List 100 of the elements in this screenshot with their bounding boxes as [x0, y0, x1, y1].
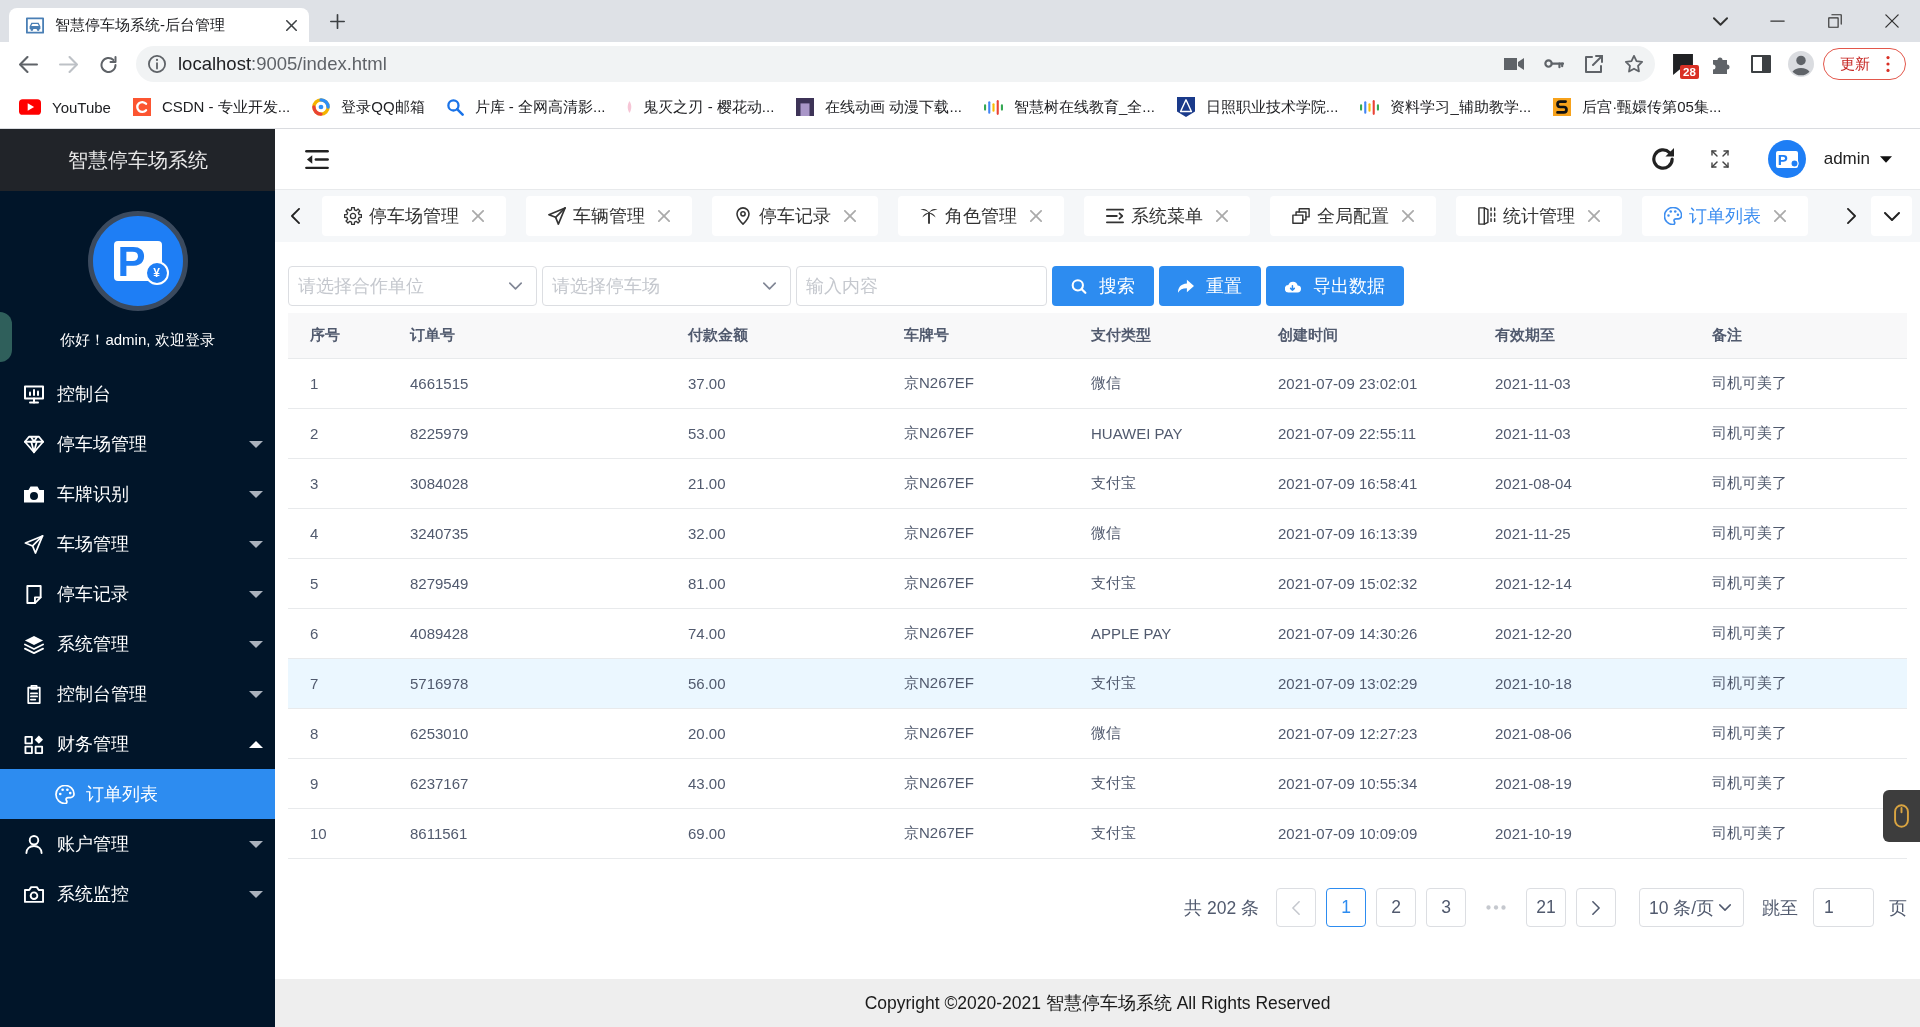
- table-cell-text: 8611561: [409, 825, 469, 842]
- layers-icon: [24, 634, 44, 654]
- table-cell-text: 京N267EF: [903, 374, 976, 393]
- page-tab[interactable]: 停车场管理: [322, 196, 506, 236]
- address-bar[interactable]: localhost:9005/index.html: [136, 46, 1655, 82]
- menu-item[interactable]: 停车记录: [0, 569, 275, 619]
- table-cell-text: 5: [309, 575, 320, 592]
- bookmark[interactable]: 在线动画 动漫下载...: [788, 97, 970, 117]
- bookmark[interactable]: 智慧树在线教育_全...: [976, 97, 1163, 117]
- menu-item[interactable]: 控制台管理: [0, 669, 275, 719]
- bookmark[interactable]: 鬼灭之刃 - 樱花动...: [619, 97, 783, 117]
- menu-item[interactable]: 停车场管理: [0, 419, 275, 469]
- reload-icon[interactable]: [98, 55, 118, 73]
- page-tab[interactable]: 车辆管理: [526, 196, 692, 236]
- greeting-text: 你好！admin, 欢迎登录: [59, 330, 216, 350]
- table-cell-text: 京N267EF: [903, 574, 976, 593]
- search-icon: [1071, 278, 1087, 294]
- bookmark[interactable]: 登录QQ邮箱: [304, 97, 433, 117]
- diamond-icon: [24, 434, 44, 454]
- extension-badge: 28: [1680, 65, 1699, 79]
- table-cell-text: 司机可美了: [1711, 374, 1788, 393]
- menu-item[interactable]: 车场管理: [0, 519, 275, 569]
- logo-avatar[interactable]: P: [1767, 140, 1806, 178]
- user-menu[interactable]: admin: [1823, 149, 1892, 169]
- keyword-field[interactable]: 输入内容: [796, 266, 1047, 306]
- menu-item[interactable]: 控制台: [0, 369, 275, 419]
- menu-item[interactable]: 财务管理: [0, 719, 275, 769]
- menu-item[interactable]: 账户管理: [0, 819, 275, 869]
- bookmark[interactable]: 资料学习_辅助教学...: [1352, 97, 1540, 117]
- table-cell-text: 53.00: [687, 425, 727, 442]
- page-tab[interactable]: 系统菜单: [1084, 196, 1250, 236]
- bars-logo-icon: [984, 99, 1003, 115]
- page-button[interactable]: 21: [1526, 888, 1566, 927]
- bookmark[interactable]: CSDN - 专业开发...: [124, 97, 299, 117]
- table-cell-text: 69.00: [687, 825, 727, 842]
- new-tab-icon[interactable]: [330, 13, 345, 29]
- table-cell-text: 司机可美了: [1711, 574, 1788, 593]
- star-icon[interactable]: [1624, 55, 1644, 73]
- jump-label: 跳至: [1762, 896, 1798, 920]
- browser-tab[interactable]: 智慧停车场系统-后台管理: [9, 8, 309, 42]
- close-icon[interactable]: [286, 19, 297, 31]
- fullscreen-icon[interactable]: [1710, 150, 1729, 168]
- page-button[interactable]: 2: [1376, 888, 1416, 927]
- paper-plane-icon: [24, 534, 44, 554]
- update-button[interactable]: 更新: [1823, 48, 1906, 80]
- column-header: 备注: [1711, 326, 1743, 345]
- chevron-down-icon[interactable]: [1713, 16, 1728, 26]
- minimize-icon[interactable]: [1770, 19, 1785, 23]
- table-cell-text: 2021-11-03: [1494, 375, 1572, 392]
- bookmark[interactable]: YouTube: [11, 98, 119, 116]
- page-button[interactable]: 3: [1426, 888, 1466, 927]
- restore-icon[interactable]: [1827, 14, 1842, 28]
- table-cell-text: 2021-07-09 15:02:32: [1277, 575, 1419, 592]
- page-tab[interactable]: 停车记录: [712, 196, 878, 236]
- menu-item[interactable]: 车牌识别: [0, 469, 275, 519]
- jump-field[interactable]: 1: [1813, 888, 1874, 927]
- refresh-icon[interactable]: [1651, 148, 1674, 170]
- table-cell-text: 2021-07-09 12:27:23: [1277, 725, 1419, 742]
- camera-icon: [24, 484, 44, 504]
- page-tab[interactable]: 角色管理: [898, 196, 1064, 236]
- side-panel-icon[interactable]: [1751, 55, 1771, 73]
- page-tab[interactable]: 统计管理: [1456, 196, 1622, 236]
- tabs-menu-button[interactable]: [1871, 196, 1912, 236]
- share-icon[interactable]: [1584, 55, 1604, 73]
- chevron-right-icon[interactable]: [1846, 208, 1856, 224]
- page-size-select[interactable]: 10 条/页: [1639, 888, 1744, 927]
- table-cell-text: 6: [309, 625, 320, 642]
- table-cell-text: 4661515: [409, 375, 470, 392]
- mouse-icon: [1894, 804, 1909, 828]
- chevron-left-icon[interactable]: [290, 208, 300, 224]
- menu-item[interactable]: 系统管理: [0, 619, 275, 669]
- page-tab[interactable]: 全局配置: [1270, 196, 1436, 236]
- table-cell-text: 2021-11-03: [1494, 425, 1572, 442]
- profile-icon[interactable]: [1788, 51, 1814, 77]
- table-cell-text: 2021-10-19: [1494, 825, 1573, 842]
- table-cell-text: 司机可美了: [1711, 774, 1788, 793]
- palette-icon: [1664, 207, 1682, 225]
- video-camera-icon[interactable]: [1504, 55, 1524, 73]
- menu-fold-icon[interactable]: [305, 149, 329, 169]
- table-cell-text: 司机可美了: [1711, 624, 1788, 643]
- back-arrow-icon[interactable]: [18, 55, 38, 73]
- paper-plane-icon: [548, 207, 566, 225]
- bars-logo-icon: [1360, 99, 1380, 115]
- bookmark[interactable]: 日照职业技术学院...: [1168, 97, 1347, 117]
- table-cell-text: 4089428: [409, 625, 470, 642]
- table-cell-text: 56.00: [687, 675, 727, 692]
- bookmark[interactable]: 后宫·甄嬛传第05集...: [1545, 97, 1730, 117]
- menu-item[interactable]: 系统监控: [0, 869, 275, 919]
- table-cell-text: 京N267EF: [903, 674, 976, 693]
- car-favicon-icon: [26, 16, 44, 34]
- side-widget[interactable]: [1883, 790, 1920, 842]
- page-unit-label: 页: [1889, 896, 1907, 920]
- table-cell-text: 支付宝: [1090, 824, 1137, 843]
- close-icon[interactable]: [1884, 14, 1899, 28]
- table-cell-text: 20.00: [687, 725, 727, 742]
- table-cell-text: 8279549: [409, 575, 470, 592]
- monitor-chart-icon: [24, 384, 44, 404]
- table-cell-text: 81.00: [687, 575, 727, 592]
- chevron-right-icon: [1592, 900, 1600, 915]
- bookmark[interactable]: 片库 - 全网高清影...: [438, 97, 614, 117]
